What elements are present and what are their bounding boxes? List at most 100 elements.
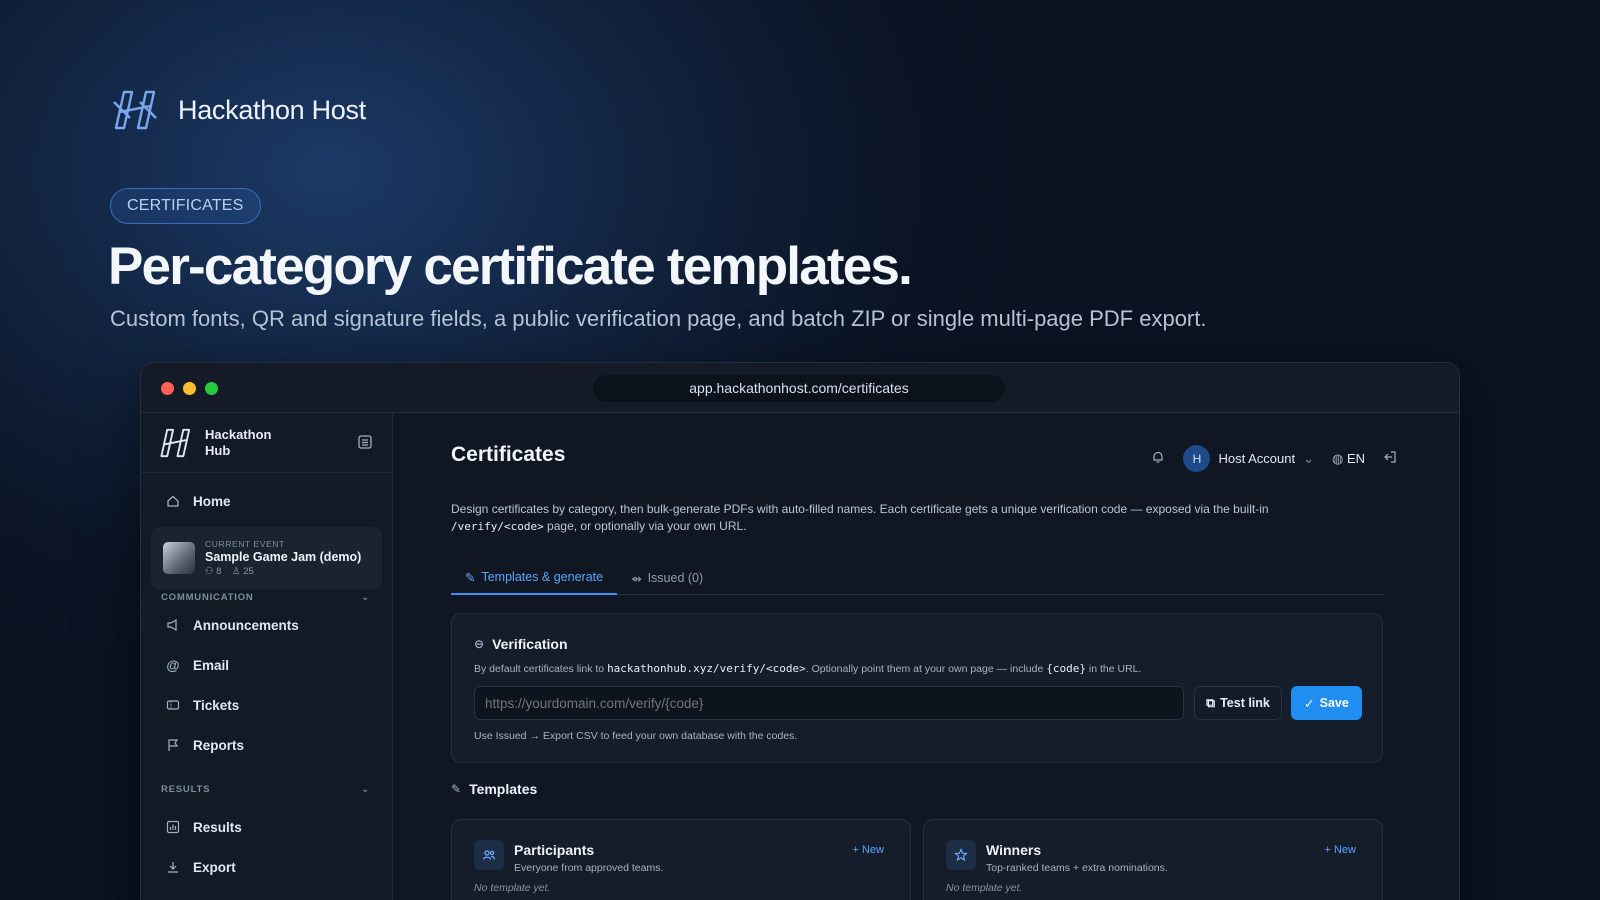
chevron-down-icon: ⌄: [361, 783, 370, 795]
section-results[interactable]: RESULTS ⌄: [141, 777, 392, 801]
sidebar-item-email[interactable]: @ Email: [141, 645, 392, 685]
tab-issued[interactable]: ⇴ Issued (0): [617, 561, 717, 595]
sidebar-item-announcements[interactable]: Announcements: [141, 605, 392, 645]
description-code: /verify/<code>: [451, 520, 544, 533]
sidebar-brand: Hackathon Hub: [141, 413, 392, 473]
sidebar-item-label: Results: [193, 819, 242, 835]
avatar: H: [1183, 445, 1211, 472]
chart-icon: [165, 819, 181, 835]
new-template-button[interactable]: + New: [1325, 844, 1357, 856]
language-label: EN: [1346, 450, 1365, 466]
home-icon: [165, 493, 181, 509]
main-content: Certificates H Host Account ⌄ ◍ EN Desig…: [393, 413, 1459, 900]
brand-line-2: Hub: [205, 442, 231, 458]
flag-icon: [165, 737, 181, 753]
sidebar-item-reports[interactable]: Reports: [141, 725, 392, 765]
template-description: Everyone from approved teams.: [514, 862, 664, 874]
close-window-button[interactable]: [161, 382, 174, 395]
sidebar-item-label: Email: [193, 657, 230, 673]
note-code: hackathonhub.xyz/verify/<code>: [607, 662, 806, 675]
sidebar-item-label: Reports: [193, 737, 245, 753]
hero-brand: Hackathon Host: [110, 88, 366, 132]
section-communication[interactable]: COMMUNICATION ⌄: [141, 589, 392, 605]
save-label: Save: [1319, 696, 1349, 710]
sidebar-item-home[interactable]: Home: [141, 481, 392, 521]
verification-footer: Use Issued → Export CSV to feed your own…: [474, 730, 798, 742]
brand-line-1: Hackathon: [205, 426, 272, 442]
verification-card: ⊖ Verification By default certificates l…: [451, 613, 1383, 763]
event-meta: CURRENT EVENT Sample Game Jam (demo) ⚇ 8…: [205, 539, 361, 577]
template-name: Participants: [514, 842, 595, 858]
event-people-count: 25: [243, 566, 254, 577]
template-card-winners: Winners Top-ranked teams + extra nominat…: [923, 819, 1383, 900]
section-communication-label: COMMUNICATION: [161, 591, 254, 603]
verification-note: By default certificates link to hackatho…: [474, 662, 1141, 675]
tab-label: Issued (0): [647, 571, 704, 585]
sidebar-item-tickets[interactable]: Tickets: [141, 685, 392, 725]
sidebar-brand-name: Hackathon Hub: [205, 427, 285, 459]
ticket-icon: [165, 697, 181, 713]
link-icon: ⊖: [474, 637, 485, 651]
template-description: Top-ranked teams + extra nominations.: [986, 862, 1168, 874]
event-thumbnail: [163, 542, 195, 574]
megaphone-icon: [165, 617, 181, 633]
logout-icon[interactable]: [1383, 450, 1397, 467]
sidebar-item-label: Announcements: [193, 617, 299, 633]
note-text: in the URL.: [1085, 663, 1142, 675]
language-switcher[interactable]: ◍ EN: [1332, 451, 1365, 467]
event-label: CURRENT EVENT: [205, 539, 285, 549]
sidebar-item-export[interactable]: Export: [141, 847, 392, 887]
top-bar: H Host Account ⌄ ◍ EN: [1151, 445, 1397, 472]
at-sign-icon: @: [166, 657, 180, 673]
external-link-icon: ⧉: [1206, 695, 1216, 710]
templates-heading-text: Templates: [469, 781, 538, 797]
page-description: Design certificates by category, then bu…: [451, 501, 1321, 535]
verification-title-text: Verification: [492, 636, 568, 652]
hub-logo-icon: [160, 428, 191, 457]
pen-icon: ✎: [465, 570, 476, 585]
hackathon-logo-icon: [113, 90, 157, 130]
event-stats: ⚇ 8 ♙ 25: [205, 566, 361, 577]
hero-headline: Per-category certificate templates.: [108, 237, 913, 296]
chevron-down-icon: ⌄: [361, 591, 370, 603]
templates-heading: ✎ Templates: [451, 781, 537, 797]
template-empty-state: No template yet.: [946, 882, 1023, 894]
event-title: Sample Game Jam (demo): [205, 550, 362, 564]
sidebar-item-label: Home: [193, 493, 231, 509]
test-link-button[interactable]: ⧉ Test link: [1194, 686, 1282, 720]
brand-name: Hackathon Host: [178, 94, 366, 125]
chevron-down-icon: ⌄: [1303, 450, 1314, 466]
verification-url-input[interactable]: [474, 686, 1184, 720]
description-text-2: page, or optionally via your own URL.: [543, 519, 747, 533]
current-event-card[interactable]: CURRENT EVENT Sample Game Jam (demo) ⚇ 8…: [151, 527, 382, 589]
template-card-participants: Participants Everyone from approved team…: [451, 819, 911, 900]
globe-icon: ◍: [1331, 450, 1344, 466]
description-text: Design certificates by category, then bu…: [451, 502, 1269, 516]
template-name: Winners: [986, 842, 1042, 858]
test-link-label: Test link: [1220, 696, 1270, 710]
star-icon: [946, 840, 976, 870]
users-icon: [474, 840, 504, 870]
bell-icon[interactable]: [1151, 450, 1165, 467]
tab-templates-generate[interactable]: ✎ Templates & generate: [451, 561, 618, 595]
collapse-sidebar-icon[interactable]: [358, 435, 372, 449]
minimize-window-button[interactable]: [183, 382, 196, 395]
save-button[interactable]: ✓ Save: [1291, 686, 1362, 720]
account-menu[interactable]: H Host Account ⌄: [1183, 445, 1314, 472]
sidebar-item-label: Tickets: [193, 697, 240, 713]
sidebar: Hackathon Hub Home CURRENT EVENT Sample …: [141, 413, 393, 900]
address-bar[interactable]: app.hackathonhost.com/certificates: [593, 375, 1005, 402]
verification-title: ⊖ Verification: [474, 636, 568, 652]
teams-icon: ⚇: [205, 566, 214, 577]
pen-icon: ✎: [451, 782, 462, 796]
note-code: {code}: [1046, 662, 1086, 675]
sidebar-item-label: Export: [193, 859, 236, 875]
event-teams-count: 8: [216, 566, 222, 577]
sidebar-item-results[interactable]: Results: [141, 807, 392, 847]
new-template-button[interactable]: + New: [853, 844, 885, 856]
section-results-label: RESULTS: [161, 783, 211, 795]
maximize-window-button[interactable]: [205, 382, 218, 395]
note-text: . Optionally point them at your own page…: [805, 663, 1047, 675]
account-name: Host Account: [1218, 451, 1296, 466]
window-titlebar: app.hackathonhost.com/certificates: [141, 363, 1459, 413]
